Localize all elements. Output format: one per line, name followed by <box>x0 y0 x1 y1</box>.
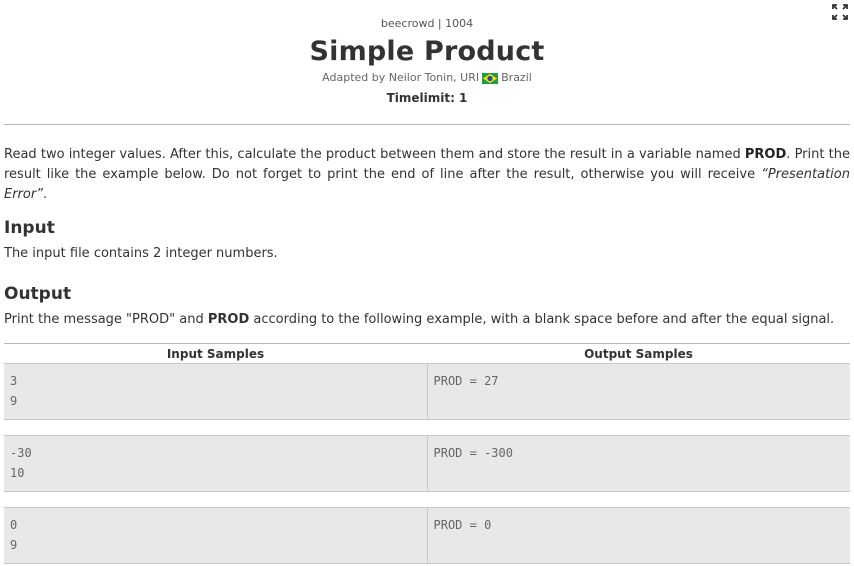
sample-line: PROD = 27 <box>433 374 499 388</box>
sample-line: PROD = 0 <box>433 518 492 532</box>
sample-row: -30 10 PROD = -300 <box>4 435 850 492</box>
page-title: Simple Product <box>309 36 545 67</box>
country-text: Brazil <box>501 71 532 84</box>
sample-line: PROD = -300 <box>433 446 513 460</box>
sample-output[interactable]: PROD = 0 <box>427 507 850 564</box>
sample-row: 0 9 PROD = 0 <box>4 507 850 564</box>
sample-spacer <box>4 419 850 436</box>
problem-header: beecrowd | 1004 Simple Product Adapted b… <box>0 0 854 106</box>
samples-table: Input Samples Output Samples 3 9 PROD = … <box>4 343 850 564</box>
sample-row: 3 9 PROD = 27 <box>4 363 850 420</box>
input-heading: Input <box>4 218 55 238</box>
sample-input[interactable]: 0 9 <box>4 507 428 564</box>
description-text: . <box>42 187 48 202</box>
sample-input[interactable]: 3 9 <box>4 363 428 420</box>
author-line: Adapted by Neilor Tonin, URI Brazil <box>0 71 854 85</box>
sample-line: -30 <box>10 446 32 460</box>
sample-output[interactable]: PROD = -300 <box>427 435 850 492</box>
output-text: Print the message "PROD" and <box>4 312 208 327</box>
brazil-flag-icon <box>482 72 499 84</box>
input-samples-header: Input Samples <box>4 343 427 364</box>
output-samples-header: Output Samples <box>427 343 850 364</box>
sample-line: 0 <box>10 518 18 532</box>
breadcrumb: beecrowd | 1004 <box>380 17 474 30</box>
sample-spacer <box>4 491 850 508</box>
description-text: Read two integer values. After this, cal… <box>4 147 745 162</box>
sample-input[interactable]: -30 10 <box>4 435 428 492</box>
sample-line: 9 <box>10 394 18 408</box>
output-heading: Output <box>4 284 72 304</box>
sample-line: 10 <box>10 466 25 480</box>
output-description: Print the message "PROD" and PROD accord… <box>4 311 850 329</box>
sample-line: 9 <box>10 538 18 552</box>
sample-line: 3 <box>10 374 18 388</box>
timelimit: Timelimit: 1 <box>386 91 468 105</box>
header-divider <box>4 124 850 125</box>
input-description: The input file contains 2 integer number… <box>4 246 278 261</box>
problem-content: Read two integer values. After this, cal… <box>0 145 854 564</box>
problem-description: Read two integer values. After this, cal… <box>4 145 850 205</box>
author-text: Adapted by Neilor Tonin, URI <box>322 71 480 84</box>
output-text: according to the following example, with… <box>249 312 835 327</box>
sample-output[interactable]: PROD = 27 <box>427 363 850 420</box>
output-bold: PROD <box>207 312 250 327</box>
expand-icon[interactable] <box>832 4 848 20</box>
description-bold: PROD <box>744 147 787 162</box>
